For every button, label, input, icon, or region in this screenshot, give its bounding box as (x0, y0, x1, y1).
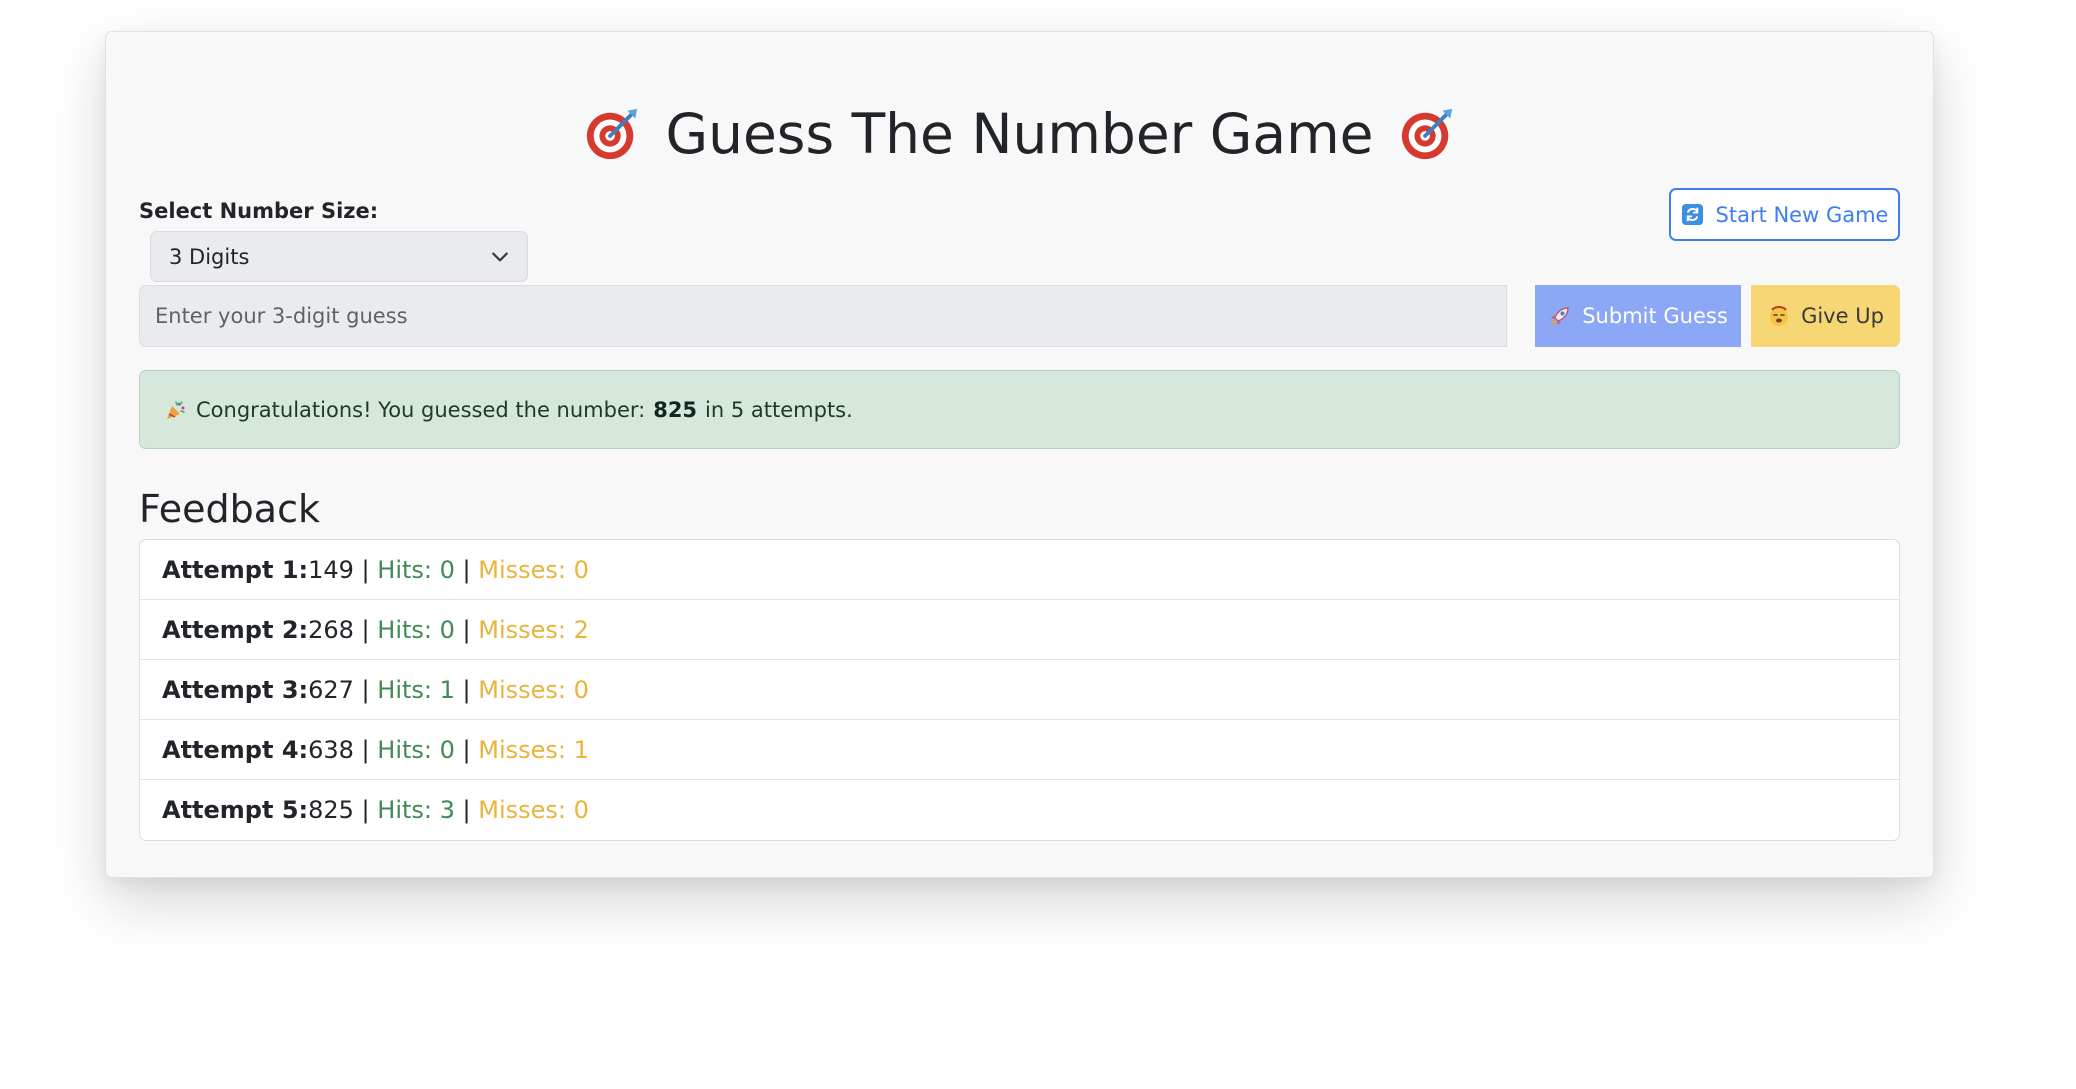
party-popper-icon (167, 400, 185, 419)
attempt-hits: Hits: 3 (377, 796, 455, 824)
attempt-hits: Hits: 0 (377, 555, 455, 584)
attempt-misses: Misses: 0 (478, 555, 589, 584)
list-item: Attempt 3: 627 | Hits: 1 | Misses: 0 (140, 660, 1899, 720)
submit-guess-label: Submit Guess (1582, 304, 1728, 328)
game-card: Guess The Number Game Select Number Size… (105, 31, 1934, 878)
attempt-guess: 638 (308, 735, 354, 764)
give-up-button[interactable]: Give Up (1751, 285, 1900, 347)
success-alert: Congratulations! You guessed the number:… (139, 370, 1900, 449)
number-size-value: 3 Digits (169, 244, 250, 269)
list-item: Attempt 1: 149 | Hits: 0 | Misses: 0 (140, 540, 1899, 600)
attempt-guess: 825 (308, 796, 354, 824)
title-text: Guess The Number Game (665, 102, 1374, 166)
attempt-label: Attempt 5: (162, 796, 309, 824)
attempt-misses: Misses: 2 (478, 615, 589, 644)
attempt-label: Attempt 4: (162, 735, 309, 764)
attempt-misses: Misses: 0 (478, 796, 589, 824)
page-title: Guess The Number Game (106, 94, 1933, 174)
target-icon (587, 108, 638, 160)
start-new-game-button[interactable]: Start New Game (1669, 188, 1900, 241)
guess-input[interactable] (139, 285, 1507, 347)
feedback-heading: Feedback (139, 487, 320, 531)
alert-suffix: in 5 attempts. (705, 397, 853, 422)
attempt-label: Attempt 2: (162, 615, 309, 644)
chevron-down-icon (492, 252, 508, 261)
attempt-hits: Hits: 0 (377, 615, 455, 644)
target-icon (1401, 108, 1452, 160)
attempt-list: Attempt 1: 149 | Hits: 0 | Misses: 0 Att… (139, 539, 1900, 841)
attempt-label: Attempt 1: (162, 555, 309, 584)
exhausted-face-icon (1770, 306, 1789, 326)
number-size-select[interactable]: 3 Digits (150, 231, 528, 282)
give-up-label: Give Up (1801, 304, 1884, 328)
submit-guess-button[interactable]: Submit Guess (1535, 285, 1741, 347)
attempt-hits: Hits: 0 (377, 735, 455, 764)
attempt-guess: 149 (308, 555, 354, 584)
refresh-icon (1681, 203, 1703, 226)
attempt-misses: Misses: 0 (478, 675, 589, 704)
guess-row: Submit Guess Give Up (139, 285, 1900, 347)
attempt-guess: 268 (308, 615, 354, 644)
attempt-label: Attempt 3: (162, 675, 309, 704)
attempt-misses: Misses: 1 (478, 735, 589, 764)
alert-text: Congratulations! You guessed the number: (196, 397, 646, 422)
number-size-label: Select Number Size: (139, 199, 379, 223)
rocket-icon (1551, 307, 1569, 325)
attempt-hits: Hits: 1 (377, 675, 455, 704)
attempt-guess: 627 (308, 675, 354, 704)
list-item: Attempt 4: 638 | Hits: 0 | Misses: 1 (140, 720, 1899, 780)
secret-number: 825 (653, 397, 698, 422)
list-item: Attempt 5: 825 | Hits: 3 | Misses: 0 (162, 796, 589, 824)
list-item: Attempt 2: 268 | Hits: 0 | Misses: 2 (140, 600, 1899, 660)
start-new-game-label: Start New Game (1715, 202, 1889, 227)
